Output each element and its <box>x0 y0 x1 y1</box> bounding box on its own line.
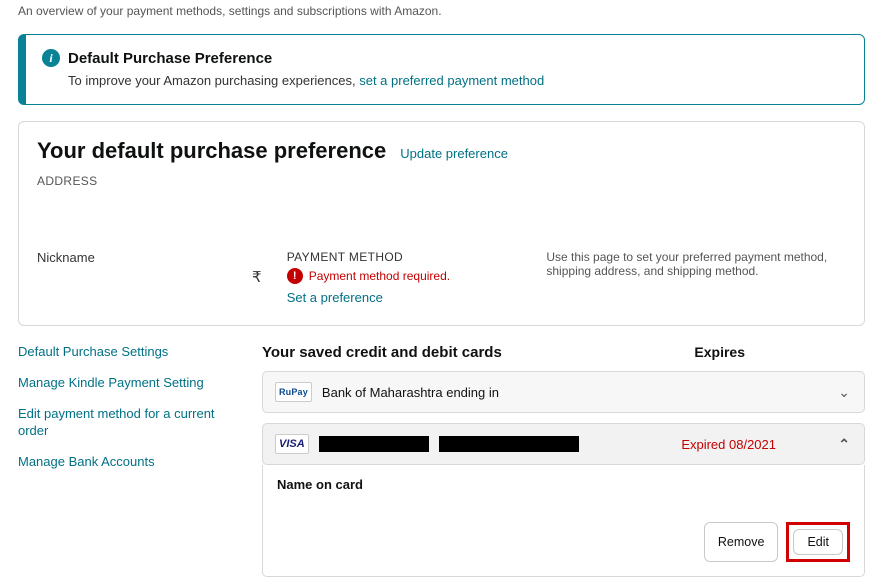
panel-title: Your default purchase preference <box>37 138 386 164</box>
alert-body: To improve your Amazon purchasing experi… <box>68 73 359 88</box>
page-subtitle: An overview of your payment methods, set… <box>18 4 865 18</box>
cards-heading: Your saved credit and debit cards <box>262 344 502 361</box>
sidebar-item-kindle-payment[interactable]: Manage Kindle Payment Setting <box>18 375 238 392</box>
edit-highlight-box: Edit <box>786 522 850 562</box>
sidebar: Default Purchase Settings Manage Kindle … <box>18 344 238 587</box>
chevron-up-icon[interactable]: ⌃ <box>838 436 850 453</box>
name-on-card-label: Name on card <box>277 477 850 492</box>
set-preferred-link[interactable]: set a preferred payment method <box>359 73 544 88</box>
card-row[interactable]: RuPay Bank of Maharashtra ending in ⌄ <box>262 371 865 413</box>
expires-heading: Expires <box>694 344 745 360</box>
helper-text: Use this page to set your preferred paym… <box>546 250 846 278</box>
card-description: Bank of Maharashtra ending in <box>322 385 499 400</box>
sidebar-item-edit-order-payment[interactable]: Edit payment method for a current order <box>18 406 238 440</box>
chevron-down-icon[interactable]: ⌄ <box>838 384 850 401</box>
set-preference-link[interactable]: Set a preference <box>287 290 383 305</box>
card-detail-panel: Name on card Remove Edit <box>262 465 865 577</box>
default-preference-panel: Your default purchase preference Update … <box>18 121 865 326</box>
payment-method-label: PAYMENT METHOD <box>287 250 537 264</box>
rupay-badge-icon: RuPay <box>275 382 312 402</box>
update-preference-link[interactable]: Update preference <box>400 146 508 161</box>
edit-button[interactable]: Edit <box>793 529 843 555</box>
alert-title: Default Purchase Preference <box>68 50 272 67</box>
redacted-bar <box>439 436 579 452</box>
nickname-label: Nickname <box>37 250 252 265</box>
expired-label: Expired 08/2021 <box>681 437 776 452</box>
sidebar-item-default-settings[interactable]: Default Purchase Settings <box>18 344 238 361</box>
default-preference-alert: i Default Purchase Preference To improve… <box>18 34 865 105</box>
redacted-bar <box>319 436 429 452</box>
card-row[interactable]: VISA Expired 08/2021 ⌃ <box>262 423 865 465</box>
sidebar-item-bank-accounts[interactable]: Manage Bank Accounts <box>18 454 238 471</box>
currency-symbol: ₹ <box>252 268 262 286</box>
address-label: ADDRESS <box>37 174 846 188</box>
remove-button[interactable]: Remove <box>704 522 779 562</box>
warning-icon: ! <box>287 268 303 284</box>
payment-warning: Payment method required. <box>309 269 450 283</box>
info-icon: i <box>42 49 60 67</box>
visa-badge-icon: VISA <box>275 434 309 454</box>
